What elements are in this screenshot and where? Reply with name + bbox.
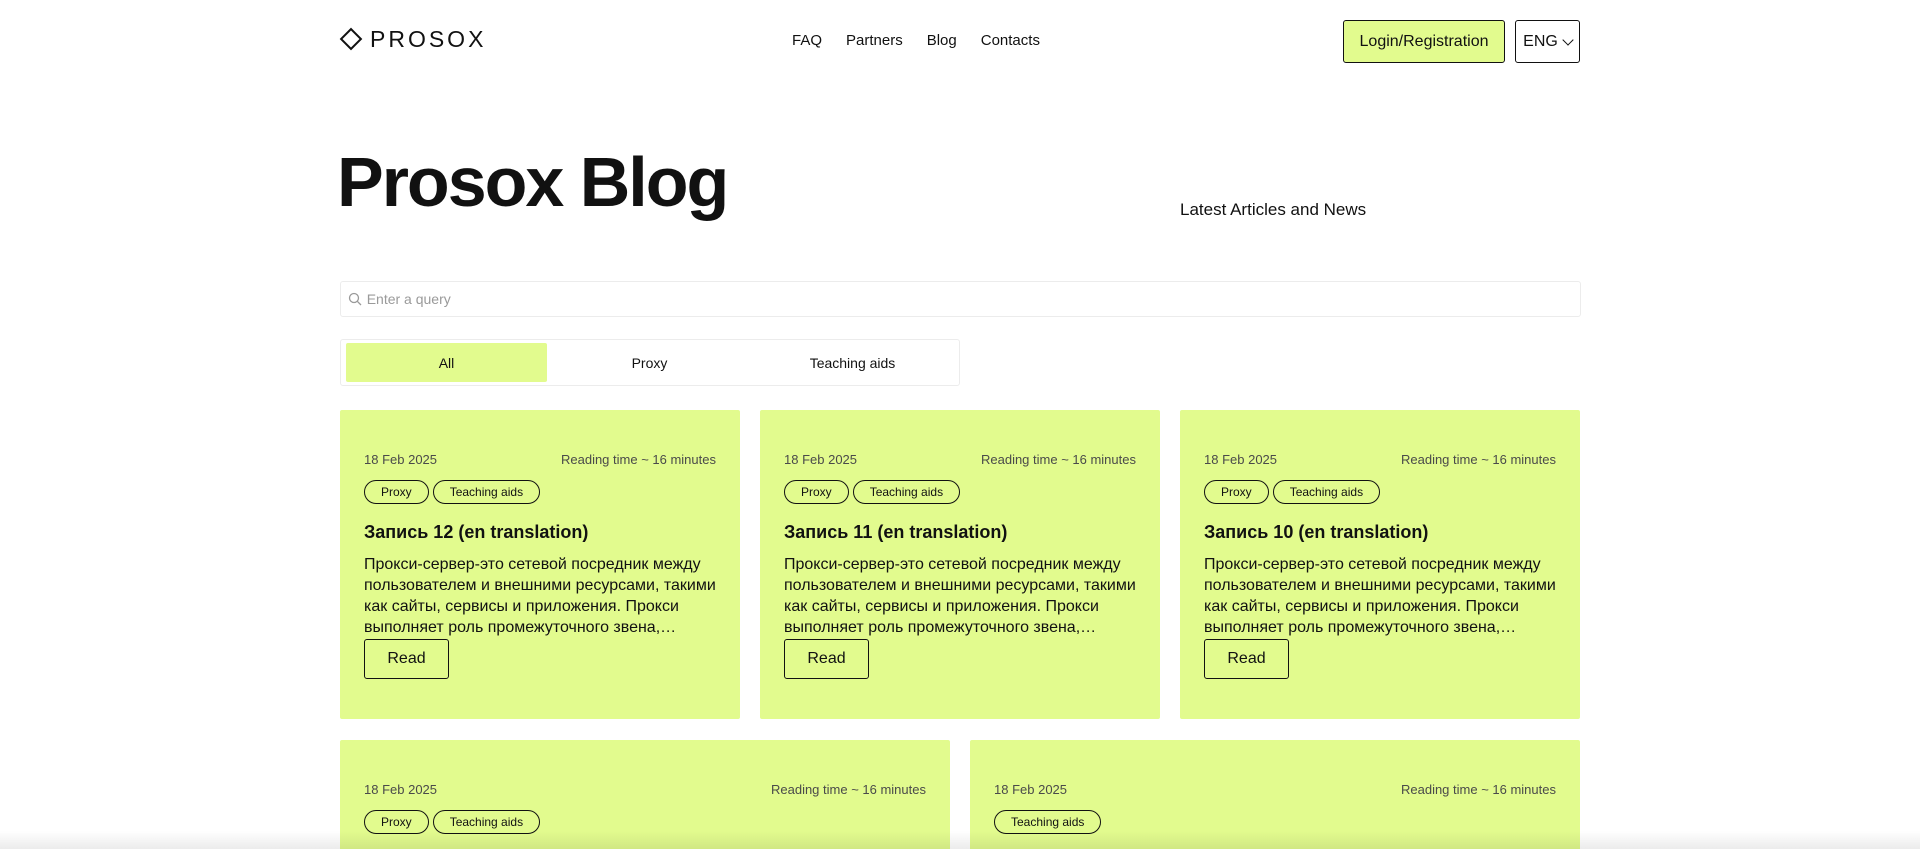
nav-item-blog[interactable]: Blog (927, 32, 957, 49)
nav-item-partners[interactable]: Partners (846, 32, 903, 49)
card-reading-time: Reading time ~ 16 minutes (560, 452, 716, 467)
card-reading-time: Reading time ~ 16 minutes (1400, 452, 1556, 467)
chevron-down-icon (1562, 33, 1574, 46)
search-bar (340, 281, 1581, 317)
language-label: ENG (1523, 32, 1558, 50)
card-title[interactable]: Запись 10 (en translation) (1204, 522, 1556, 543)
card-excerpt: Прокси-сервер-это сетевой посредник межд… (364, 556, 716, 636)
card-excerpt: Прокси-сервер-это сетевой посредник межд… (1204, 556, 1556, 636)
diamond-logo-icon (339, 27, 363, 51)
blog-card: 18 Feb 2025 Reading time ~ 16 minutes Pr… (760, 410, 1160, 719)
logo-text: PROSOX (370, 25, 487, 52)
card-tags: Proxy Teaching aids (784, 480, 961, 504)
language-selector[interactable]: ENG (1515, 20, 1580, 63)
card-title[interactable]: Запись 12 (en translation) (364, 522, 716, 543)
nav-item-contacts[interactable]: Contacts (981, 32, 1040, 49)
blog-card: 18 Feb 2025 Reading time ~ 16 minutes Pr… (340, 410, 740, 719)
tab-proxy[interactable]: Proxy (549, 343, 750, 382)
card-date: 18 Feb 2025 (364, 782, 438, 797)
card-reading-time: Reading time ~ 16 minutes (1400, 782, 1556, 797)
card-date: 18 Feb 2025 (994, 782, 1068, 797)
card-tags: Proxy Teaching aids (364, 480, 541, 504)
page-title: Prosox Blog (337, 143, 729, 221)
card-meta: 18 Feb 2025 Reading time ~ 16 minutes (364, 782, 926, 797)
card-meta: 18 Feb 2025 Reading time ~ 16 minutes (364, 452, 716, 467)
card-date: 18 Feb 2025 (1204, 452, 1278, 467)
card-date: 18 Feb 2025 (784, 452, 858, 467)
card-meta: 18 Feb 2025 Reading time ~ 16 minutes (784, 452, 1136, 467)
tag-proxy[interactable]: Proxy (364, 480, 429, 504)
blog-card: 18 Feb 2025 Reading time ~ 16 minutes Pr… (1180, 410, 1580, 719)
search-icon (346, 290, 364, 308)
category-tabs: All Proxy Teaching aids (340, 339, 960, 386)
page-subtitle: Latest Articles and News (1180, 200, 1367, 219)
card-excerpt: Прокси-сервер-это сетевой посредник межд… (784, 556, 1136, 636)
login-registration-button[interactable]: Login/Registration (1343, 20, 1505, 63)
site-header: PROSOX FAQ Partners Blog Contacts Login/… (0, 0, 1920, 82)
card-meta: 18 Feb 2025 Reading time ~ 16 minutes (994, 782, 1556, 797)
tag-proxy[interactable]: Proxy (1204, 480, 1269, 504)
card-reading-time: Reading time ~ 16 minutes (980, 452, 1136, 467)
card-meta: 18 Feb 2025 Reading time ~ 16 minutes (1204, 452, 1556, 467)
read-button[interactable]: Read (364, 639, 449, 679)
tag-teaching-aids[interactable]: Teaching aids (1272, 480, 1381, 504)
search-input[interactable] (366, 291, 1580, 307)
card-date: 18 Feb 2025 (364, 452, 438, 467)
nav-item-faq[interactable]: FAQ (792, 32, 822, 49)
card-title[interactable]: Запись 11 (en translation) (784, 522, 1136, 543)
logo[interactable]: PROSOX (339, 25, 487, 52)
card-tags: Proxy Teaching aids (1204, 480, 1381, 504)
tag-teaching-aids[interactable]: Teaching aids (432, 480, 541, 504)
tab-all[interactable]: All (346, 343, 547, 382)
scroll-shadow (0, 831, 1920, 849)
tab-teaching-aids[interactable]: Teaching aids (752, 343, 953, 382)
tag-proxy[interactable]: Proxy (784, 480, 849, 504)
tag-teaching-aids[interactable]: Teaching aids (852, 480, 961, 504)
read-button[interactable]: Read (1204, 639, 1289, 679)
card-reading-time: Reading time ~ 16 minutes (770, 782, 926, 797)
read-button[interactable]: Read (784, 639, 869, 679)
main-nav: FAQ Partners Blog Contacts (792, 32, 1040, 49)
